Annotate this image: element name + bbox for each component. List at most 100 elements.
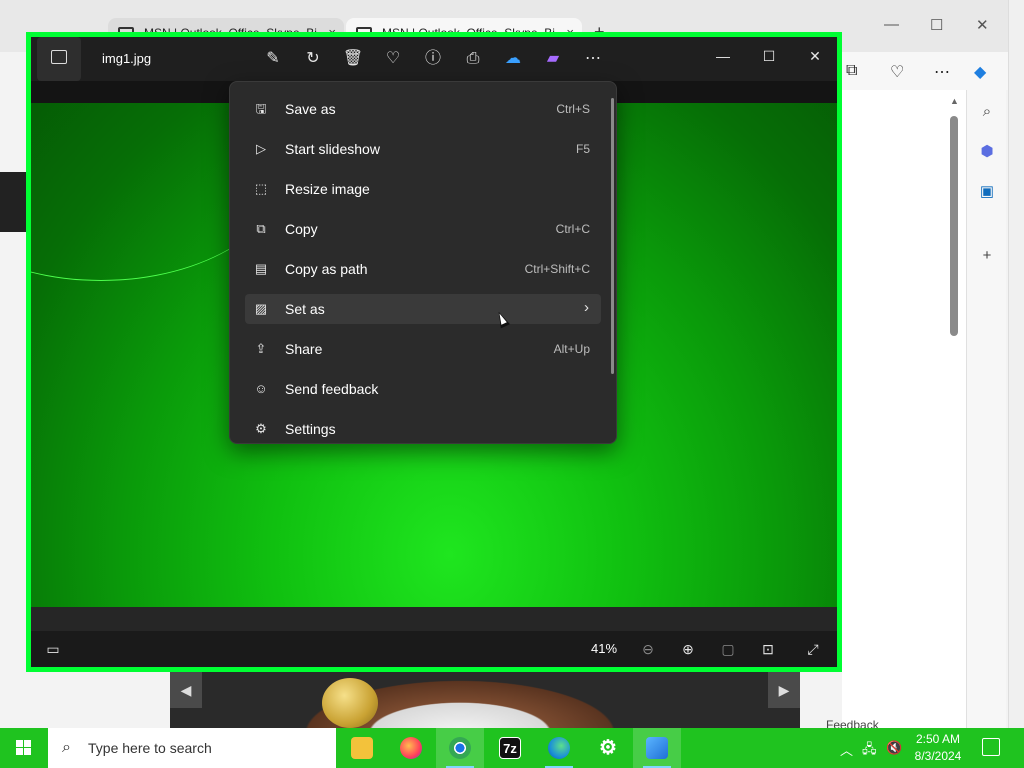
browser-maximize-icon[interactable]: ☐	[930, 16, 943, 34]
menu-item-set-as[interactable]: ▨ Set as ›	[245, 294, 601, 324]
menu-item-shortcut: Ctrl+C	[555, 222, 590, 236]
menu-item-label: Send feedback	[285, 381, 379, 397]
filmstrip-toggle-icon[interactable]: ▭	[41, 638, 65, 660]
edit-image-icon[interactable]: ✎	[260, 46, 286, 72]
taskbar-app-chrome[interactable]	[436, 728, 484, 768]
filmstrip-area	[31, 607, 837, 631]
settings-icon: ⚙	[255, 421, 267, 436]
print-icon[interactable]: ⎙	[460, 46, 486, 72]
rotate-icon[interactable]: ↻	[300, 46, 326, 72]
menu-item-label: Start slideshow	[285, 141, 380, 157]
menu-item-shortcut: Ctrl+Shift+C	[524, 262, 590, 276]
menu-item-label: Resize image	[285, 181, 370, 197]
slideshow-icon: ▷	[256, 141, 266, 156]
copy-path-icon: ▤	[254, 261, 268, 276]
carousel-prev-button[interactable]: ◀	[170, 672, 202, 708]
gallery-thumbnail-button[interactable]	[37, 37, 81, 81]
taskbar-app-7zip[interactable]: 7z	[486, 728, 534, 768]
save-icon: 🖫	[255, 101, 267, 116]
browser-essentials-icon[interactable]: ♡	[890, 62, 904, 82]
menu-item-send-feedback[interactable]: ☺ Send feedback	[245, 374, 601, 404]
fit-to-window-icon[interactable]: ▢	[716, 638, 740, 660]
menu-item-label: Settings	[285, 421, 336, 437]
carousel-next-button[interactable]: ▶	[768, 672, 800, 708]
browser-left-dark-block	[0, 172, 26, 232]
taskbar: ⌕ Type here to search 7z ⚙ ︿ 🖧 🔇 2:50 AM…	[0, 728, 1024, 768]
menu-item-shortcut: Ctrl+S	[556, 102, 590, 116]
search-icon: ⌕	[62, 739, 71, 756]
clock-date: 8/3/2024	[914, 749, 962, 763]
photos-titlebar: img1.jpg ✎ ↻ 🗑 ♡ ⓘ ⎙ ☁ ▰ ⋯ — ☐ ✕	[31, 37, 837, 81]
taskbar-app-settings[interactable]: ⚙	[584, 728, 632, 768]
info-icon[interactable]: ⓘ	[420, 46, 446, 72]
menu-scrollbar[interactable]	[611, 98, 614, 374]
collections-icon[interactable]: ⧉	[846, 62, 857, 80]
menu-item-label: Set as	[285, 301, 325, 317]
browser-close-icon[interactable]: ✕	[976, 16, 989, 34]
menu-item-label: Save as	[285, 101, 336, 117]
browser-right-edge	[1008, 0, 1024, 728]
notification-center-icon[interactable]	[982, 738, 1000, 756]
menu-item-share[interactable]: ⇪ Share Alt+Up	[245, 334, 601, 364]
gold-medal-image	[322, 678, 378, 728]
taskbar-app-firefox[interactable]	[387, 728, 435, 768]
menu-item-copy[interactable]: ⧉ Copy Ctrl+C	[245, 214, 601, 244]
background-photo-strip	[170, 672, 800, 728]
show-hidden-icons-chevron-icon[interactable]: ︿	[840, 740, 853, 759]
gallery-icon	[51, 50, 67, 64]
add-sidebar-icon[interactable]: +	[977, 246, 997, 266]
menu-item-save-as[interactable]: 🖫 Save as Ctrl+S	[245, 94, 601, 124]
onedrive-icon[interactable]: ☁	[500, 46, 526, 72]
menu-item-label: Copy as path	[285, 261, 368, 277]
taskbar-app-file-explorer[interactable]	[338, 728, 386, 768]
taskbar-clock[interactable]: 2:50 AM 8/3/2024	[906, 731, 970, 765]
chrome-icon	[449, 737, 471, 759]
delete-icon[interactable]: 🗑	[340, 46, 366, 72]
taskbar-app-edge[interactable]	[535, 728, 583, 768]
resize-icon: ⬚	[254, 181, 268, 196]
photos-maximize-icon[interactable]: ☐	[749, 43, 789, 69]
windows-logo-icon	[16, 740, 32, 756]
photos-bottom-bar: ▭ 41% ⊖ ⊕ ▢ ⊡ ⤢	[31, 631, 837, 667]
browser-minimize-icon[interactable]: —	[884, 16, 899, 33]
browser-toolbar: ⧉ ♡ ⋯ ◆	[842, 52, 1024, 90]
scroll-up-icon[interactable]: ▲	[950, 96, 959, 106]
photos-close-icon[interactable]: ✕	[795, 43, 835, 69]
copilot-icon[interactable]: ◆	[974, 62, 986, 82]
copilot-sidebar-icon[interactable]: ⬢	[977, 142, 997, 162]
zoom-in-icon[interactable]: ⊕	[676, 638, 700, 660]
browser-left-strip	[0, 52, 26, 728]
favorite-heart-icon[interactable]: ♡	[380, 46, 406, 72]
menu-item-copy-as-path[interactable]: ▤ Copy as path Ctrl+Shift+C	[245, 254, 601, 284]
set-as-icon: ▨	[254, 301, 268, 316]
browser-scrollbar[interactable]: ▲	[948, 96, 960, 706]
browser-sidebar: ⌕ ⬢ ▣ +	[966, 90, 1006, 728]
volume-muted-icon[interactable]: 🔇	[886, 740, 902, 756]
zoom-out-icon[interactable]: ⊖	[636, 638, 660, 660]
browser-scroll-thumb[interactable]	[950, 116, 958, 336]
menu-item-shortcut: Alt+Up	[553, 342, 590, 356]
full-screen-icon[interactable]: ⤢	[801, 638, 825, 660]
firefox-icon	[400, 737, 422, 759]
zoom-level: 41%	[591, 641, 618, 656]
photos-minimize-icon[interactable]: —	[703, 43, 743, 69]
settings-gear-icon: ⚙	[599, 737, 617, 759]
outlook-icon[interactable]: ▣	[977, 182, 997, 202]
more-options-menu: 🖫 Save as Ctrl+S ▷ Start slideshow F5 ⬚ …	[229, 81, 617, 444]
menu-item-label: Share	[285, 341, 323, 357]
clipchamp-icon[interactable]: ▰	[540, 46, 566, 72]
menu-item-start-slideshow[interactable]: ▷ Start slideshow F5	[245, 134, 601, 164]
more-options-icon[interactable]: ⋯	[580, 46, 606, 72]
search-icon[interactable]: ⌕	[977, 102, 997, 122]
menu-item-label: Copy	[285, 221, 318, 237]
start-button[interactable]	[0, 728, 48, 768]
actual-size-icon[interactable]: ⊡	[756, 638, 780, 660]
menu-item-settings[interactable]: ⚙ Settings	[245, 414, 601, 443]
network-icon[interactable]: 🖧	[862, 740, 877, 762]
menu-item-resize-image[interactable]: ⬚ Resize image	[245, 174, 601, 204]
share-icon: ⇪	[255, 341, 267, 356]
taskbar-app-photos[interactable]	[633, 728, 681, 768]
taskbar-search-box[interactable]: ⌕ Type here to search	[48, 728, 336, 768]
edge-icon	[548, 737, 570, 759]
browser-menu-icon[interactable]: ⋯	[934, 62, 950, 82]
